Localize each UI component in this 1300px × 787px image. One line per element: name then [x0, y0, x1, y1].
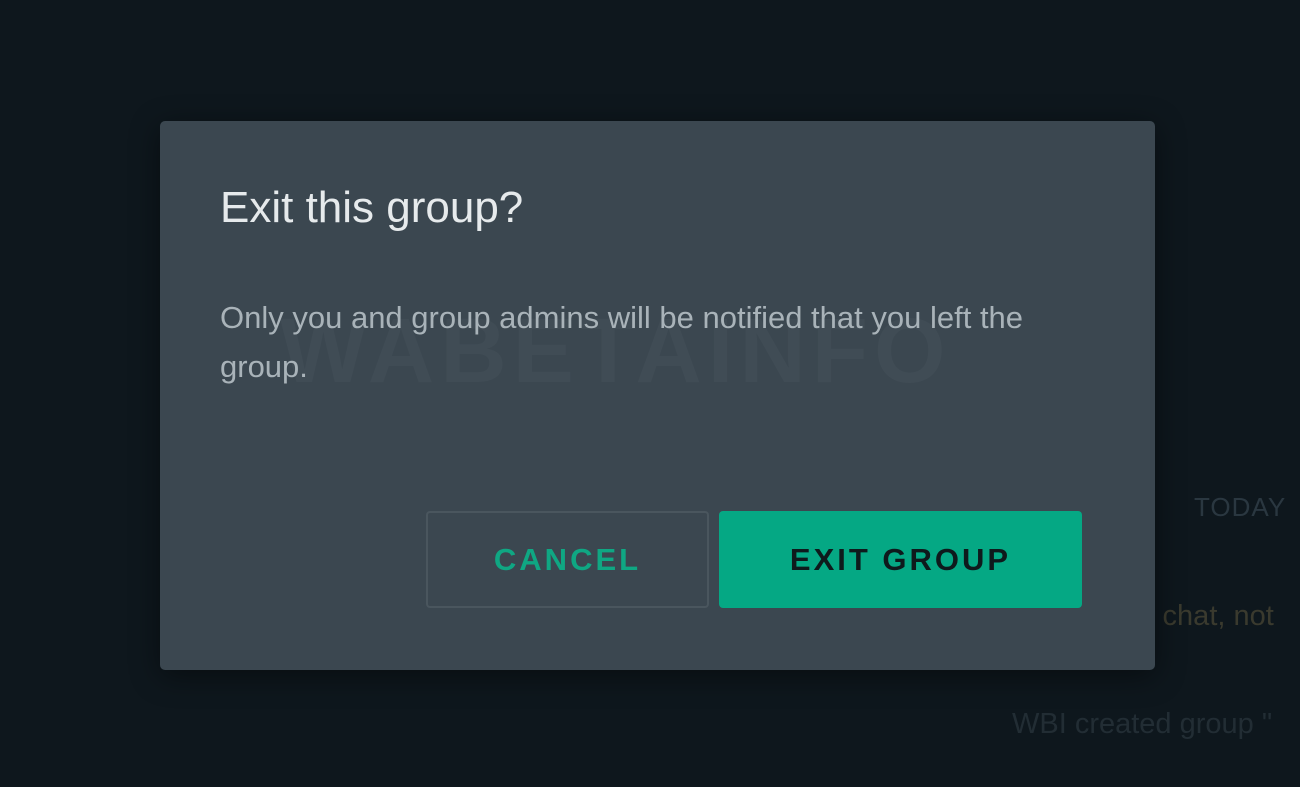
dialog-title: Exit this group?: [220, 183, 524, 232]
system-message: WBI created group ": [1012, 708, 1273, 740]
exit-group-button[interactable]: EXIT GROUP: [719, 511, 1082, 608]
chat-message-fragment: s chat, not: [1140, 600, 1274, 632]
date-divider: TODAY: [1194, 492, 1287, 522]
cancel-button[interactable]: CANCEL: [426, 511, 709, 608]
exit-group-dialog: WABETAINFO Exit this group? Only you and…: [160, 121, 1155, 670]
dialog-message: Only you and group admins will be notifi…: [220, 300, 1024, 384]
